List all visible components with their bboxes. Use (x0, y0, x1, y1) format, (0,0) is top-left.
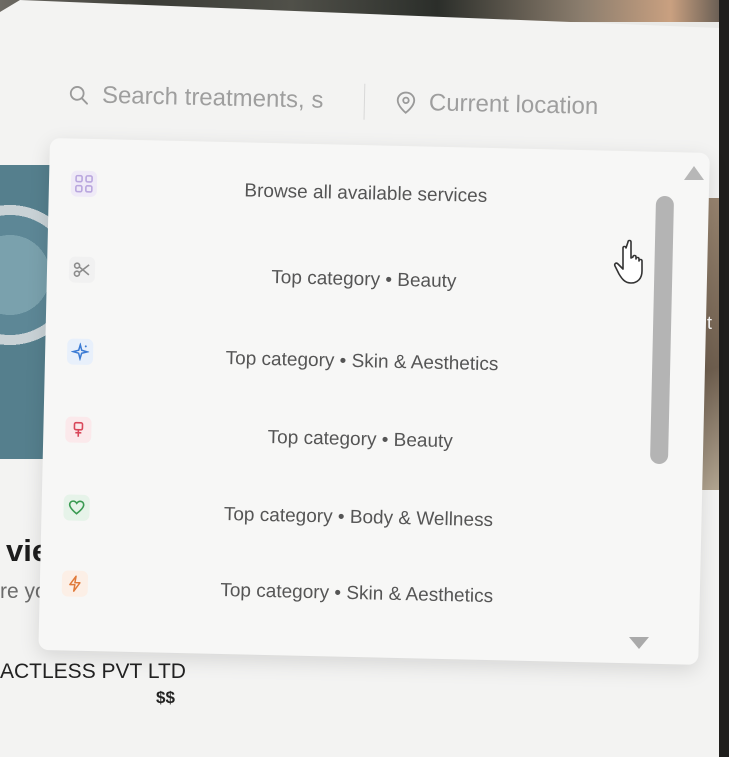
location-pin-icon (396, 91, 416, 114)
search-icon (69, 86, 88, 105)
suggestion-item-beauty[interactable]: Top category • Beauty (68, 238, 659, 311)
suggestions-dropdown: Browse all available services Top catego… (38, 138, 710, 665)
price-level: $$ (156, 688, 175, 707)
suggestion-item-skin-aesthetics-2[interactable]: Top category • Skin & Aesthetics (61, 552, 652, 625)
search-divider (363, 83, 366, 120)
vendor-company: ACTLESS PVT LTD (0, 660, 186, 683)
suggestion-label: Top category • Beauty (271, 267, 457, 293)
scroll-up-arrow[interactable] (684, 166, 704, 180)
suggestion-label: Browse all available services (244, 180, 488, 207)
suggestion-item-browse-all[interactable]: Browse all available services (70, 152, 661, 225)
suggestion-item-skin-aesthetics[interactable]: Top category • Skin & Aesthetics (66, 320, 658, 393)
monitor-bezel (719, 0, 729, 757)
suggestion-item-beauty-2[interactable]: Top category • Beauty (65, 398, 656, 471)
hand-cursor-icon (613, 239, 643, 284)
suggestion-label: Top category • Beauty (267, 427, 454, 453)
search-input[interactable] (101, 81, 335, 116)
suggestion-item-body-wellness[interactable]: Top category • Body & Wellness (63, 476, 654, 549)
location-input[interactable] (428, 89, 630, 122)
suggestion-label: Top category • Body & Wellness (223, 504, 494, 532)
suggestion-label: Top category • Skin & Aesthetics (220, 579, 494, 608)
scroll-down-arrow[interactable] (629, 637, 649, 649)
suggestion-label: Top category • Skin & Aesthetics (225, 348, 499, 376)
